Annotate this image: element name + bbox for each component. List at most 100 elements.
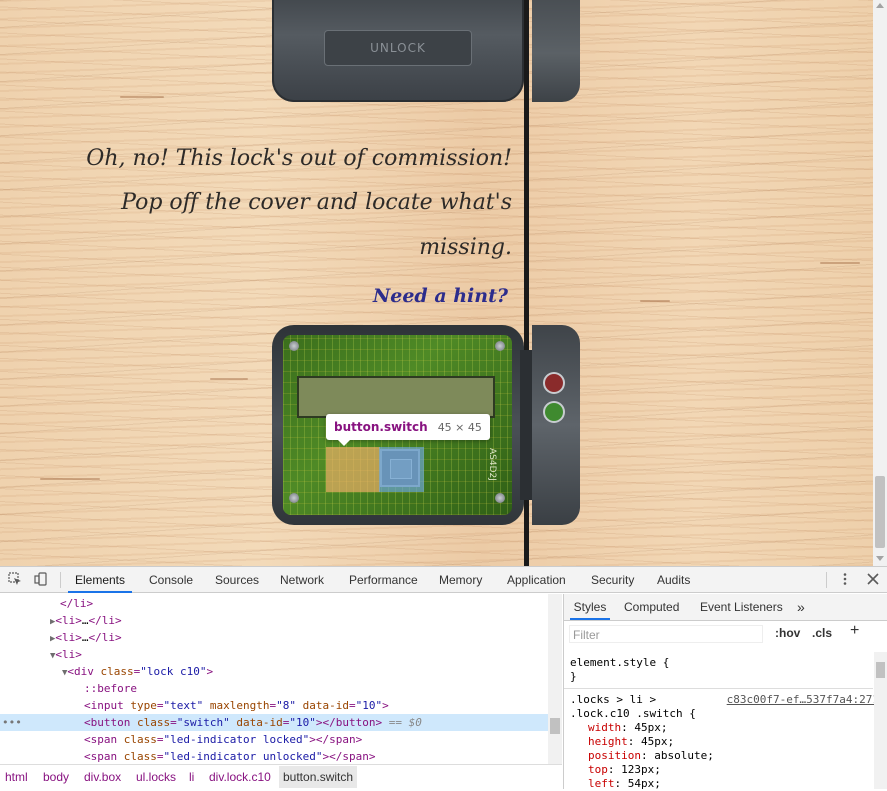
inspect-element-icon[interactable] — [8, 572, 22, 586]
tag-name: span — [90, 733, 118, 746]
more-tabs-icon[interactable]: » — [797, 594, 805, 620]
attr-value: "lock c10" — [140, 665, 207, 678]
wood-grain — [210, 378, 248, 380]
styles-pane: Styles Computed Event Listeners » Filter… — [563, 594, 887, 790]
tag-text: <li> — [55, 614, 82, 627]
styles-scrollbar[interactable] — [874, 652, 887, 789]
collapsed-ellipsis: … — [81, 614, 89, 627]
close-tag: </span> — [315, 733, 363, 746]
screw-icon — [495, 341, 505, 351]
rule-divider — [564, 688, 873, 689]
tab-console[interactable]: Console — [149, 567, 193, 593]
tree-node[interactable]: ▶<li>…</li> — [0, 629, 548, 646]
breadcrumb-item[interactable]: li — [185, 766, 198, 788]
breadcrumb-item[interactable]: body — [39, 766, 73, 788]
tab-audits[interactable]: Audits — [657, 567, 690, 593]
tab-performance[interactable]: Performance — [349, 567, 418, 593]
breadcrumb-item[interactable]: ul.locks — [132, 766, 180, 788]
scrollbar-thumb[interactable] — [876, 662, 885, 678]
tag-text: <li> — [55, 648, 82, 661]
tag-text: </li> — [88, 631, 122, 644]
tree-node[interactable]: ::before — [0, 680, 548, 697]
attr-value: "led-indicator locked" — [163, 733, 310, 746]
toolbar-divider — [60, 572, 61, 588]
breadcrumb-item[interactable]: html — [1, 766, 32, 788]
led-locked-indicator — [545, 374, 563, 392]
hover-state-toggle[interactable]: :hov — [775, 626, 800, 640]
tree-node[interactable]: </li> — [0, 595, 548, 612]
tree-node-selected[interactable]: ••• <button class="switch" data-id="10"><… — [0, 714, 548, 731]
hint-link[interactable]: Need a hint? — [360, 285, 508, 307]
attr-value: "8" — [276, 699, 296, 712]
tab-application[interactable]: Application — [507, 567, 566, 593]
close-devtools-icon[interactable] — [866, 572, 880, 586]
breadcrumb-item-active[interactable]: button.switch — [279, 766, 358, 788]
tab-styles[interactable]: Styles — [570, 594, 610, 620]
attr-value: "switch" — [176, 716, 230, 729]
css-declaration[interactable]: height: 45px; — [570, 735, 879, 749]
scroll-up-icon[interactable] — [876, 3, 884, 8]
elements-scrollbar[interactable] — [548, 594, 562, 764]
close-tag: </span> — [329, 750, 376, 763]
css-declaration[interactable]: position: absolute; — [570, 749, 879, 763]
inspect-highlight-margin — [326, 447, 380, 492]
css-value: 45px; — [641, 735, 675, 748]
attr-value: "10" — [355, 699, 383, 712]
tag-name: div — [74, 665, 94, 678]
styles-tabbar: Styles Computed Event Listeners » — [564, 594, 887, 621]
scrollbar-thumb[interactable] — [550, 718, 560, 734]
tree-node[interactable]: <span class="led-indicator locked"></spa… — [0, 731, 548, 748]
pseudo-element: ::before — [84, 682, 137, 695]
breadcrumb-item[interactable]: div.box — [80, 766, 125, 788]
tab-label: Elements — [74, 573, 126, 587]
class-toggle[interactable]: .cls — [812, 626, 832, 640]
tab-elements[interactable]: Elements — [68, 567, 132, 593]
rule-close: } — [570, 670, 577, 683]
more-actions-icon[interactable]: ••• — [2, 714, 22, 731]
screw-icon — [495, 493, 505, 503]
breadcrumb-item[interactable]: div.lock.c10 — [205, 766, 275, 788]
stylesheet-source-link[interactable]: c83c00f7-ef…537f7a4:271 — [727, 693, 879, 707]
tag-text: </li> — [88, 614, 122, 627]
styles-filter-input[interactable]: Filter — [569, 625, 763, 643]
device-toolbar-icon[interactable] — [34, 572, 48, 586]
element-style-rule[interactable]: element.style { } — [570, 656, 879, 684]
css-value: 54px; — [627, 777, 661, 790]
close-tag: </button> — [322, 716, 383, 729]
tab-sources[interactable]: Sources — [215, 567, 259, 593]
scrollbar-thumb[interactable] — [875, 476, 885, 548]
attr-name: maxlength — [209, 699, 270, 712]
more-options-icon[interactable] — [838, 572, 852, 586]
tree-node[interactable]: ▼<li> — [0, 646, 548, 663]
screw-icon — [289, 341, 299, 351]
tree-node[interactable]: ▼<div class="lock c10"> — [0, 663, 548, 680]
tree-node[interactable]: <input type="text" maxlength="8" data-id… — [0, 697, 548, 714]
selected-marker: == $0 — [388, 716, 422, 729]
css-property: height — [588, 735, 628, 748]
page-scrollbar[interactable] — [873, 0, 887, 566]
unlock-button[interactable]: UNLOCK — [324, 30, 472, 66]
tab-security[interactable]: Security — [591, 567, 634, 593]
tree-node[interactable]: <span class="led-indicator unlocked"></s… — [0, 748, 548, 764]
led-unlocked-indicator — [545, 403, 563, 421]
tab-network[interactable]: Network — [280, 567, 324, 593]
css-declaration[interactable]: top: 123px; — [570, 763, 879, 777]
add-rule-icon[interactable]: + — [850, 622, 859, 640]
css-declaration[interactable]: width: 45px; — [570, 721, 879, 735]
switch-style-rule[interactable]: .locks > li > c83c00f7-ef…537f7a4:271 .l… — [570, 693, 879, 790]
tab-event-listeners[interactable]: Event Listeners — [700, 594, 783, 620]
board-label: AS4D2J — [487, 448, 497, 481]
tree-node[interactable]: ▶<li>…</li> — [0, 612, 548, 629]
inspect-highlight-content — [379, 447, 424, 492]
css-value: absolute; — [654, 749, 714, 762]
tab-memory[interactable]: Memory — [439, 567, 482, 593]
css-value: 123px; — [621, 763, 661, 776]
css-property: left — [588, 777, 615, 790]
scroll-down-icon[interactable] — [876, 556, 884, 561]
tab-computed[interactable]: Computed — [624, 594, 679, 620]
elements-tree: </li> ▶<li>…</li> ▶<li>…</li> ▼<li> ▼<di… — [0, 594, 548, 764]
rule-selector: .lock.c10 .switch { — [570, 707, 696, 720]
attr-value: "text" — [163, 699, 204, 712]
css-declaration[interactable]: left: 54px; — [570, 777, 879, 791]
wood-grain — [640, 300, 670, 302]
